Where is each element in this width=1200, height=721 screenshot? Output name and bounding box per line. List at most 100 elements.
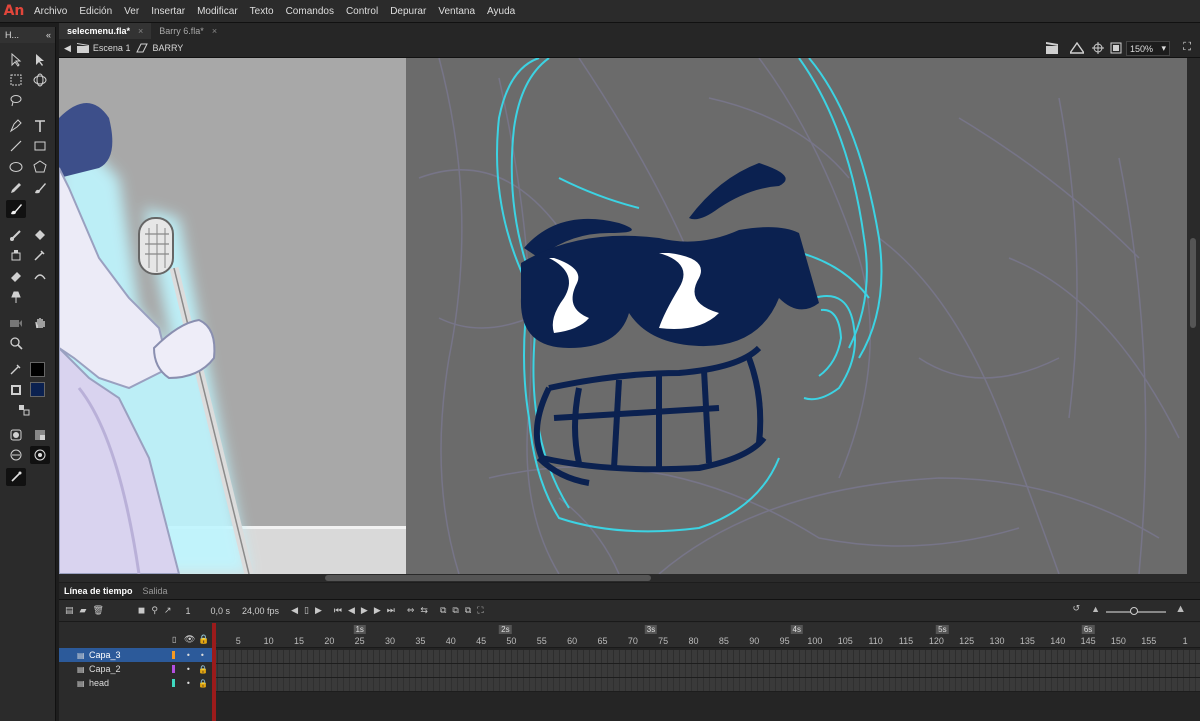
frame-ruler[interactable]: 1510152025303540455055606570758085909510… [212, 623, 1200, 648]
layer-color[interactable] [172, 665, 175, 673]
center-frame-icon[interactable]: ⇆ [420, 606, 428, 616]
layer-row[interactable]: ▤ Capa_2 • 🔒 [59, 662, 212, 676]
3d-rotation-tool-icon[interactable] [30, 71, 50, 89]
play-button-icon[interactable]: ▶ [361, 606, 368, 616]
text-tool-icon[interactable] [30, 117, 50, 135]
tab-selecmenu[interactable]: selecmenu.fla* × [59, 23, 152, 39]
menu-ver[interactable]: Ver [118, 0, 145, 23]
tab-timeline[interactable]: Línea de tiempo [59, 583, 138, 600]
menu-edicion[interactable]: Edición [73, 0, 118, 23]
menu-archivo[interactable]: Archivo [28, 0, 73, 23]
center-stage-icon[interactable] [1092, 42, 1104, 57]
scrollbar-thumb[interactable] [1190, 238, 1196, 328]
tab-output[interactable]: Salida [138, 583, 173, 600]
polystar-tool-icon[interactable] [30, 158, 50, 176]
eyedropper-tool-icon[interactable] [30, 246, 50, 264]
pressure-icon[interactable] [30, 446, 50, 464]
subselection-tool-icon[interactable] [30, 51, 50, 69]
onion-outline-icon[interactable]: ⧉ [452, 606, 458, 616]
ink-bottle-tool-icon[interactable] [6, 246, 26, 264]
frame-rate[interactable]: 24,00 fps [242, 606, 279, 616]
layer-color[interactable] [172, 651, 175, 659]
frames-area[interactable]: 1510152025303540455055606570758085909510… [212, 623, 1200, 721]
lock-dot-icon[interactable]: • [200, 651, 205, 660]
layer-name[interactable]: Capa_3 [89, 650, 169, 660]
pencil-tool-icon[interactable] [6, 179, 26, 197]
menu-modificar[interactable]: Modificar [191, 0, 244, 23]
fit-frames-icon[interactable]: ↺ [1072, 604, 1080, 614]
hand-tool-icon[interactable] [30, 314, 50, 332]
parenting-icon[interactable]: ⚲ [151, 606, 158, 616]
lock-icon[interactable]: 🔒 [198, 665, 208, 674]
eye-icon[interactable]: 👁 [184, 634, 195, 645]
lasso-tool-icon[interactable] [6, 91, 26, 109]
layer-name[interactable]: head [89, 678, 169, 688]
onion-markers-icon[interactable]: ⛶ [477, 606, 483, 616]
stage-canvas[interactable] [59, 58, 1187, 574]
phone-icon[interactable]: ▯ [304, 606, 309, 616]
free-transform-tool-icon[interactable] [6, 71, 26, 89]
clip-content-icon[interactable] [1110, 42, 1122, 57]
zoom-tool-icon[interactable] [6, 334, 26, 352]
eraser-tool-icon[interactable] [6, 267, 26, 285]
fill-color-icon[interactable] [6, 381, 26, 399]
scene-breadcrumb[interactable]: Escena 1 [76, 43, 130, 53]
graph-icon[interactable]: ↗ [164, 606, 172, 616]
visible-dot-icon[interactable]: • [186, 651, 191, 660]
zoom-select[interactable]: 150% ▾ [1126, 41, 1170, 56]
camera-tool-icon[interactable] [6, 314, 26, 332]
step-back-icon[interactable]: ◀ [291, 606, 298, 616]
bone-tool-icon[interactable] [6, 226, 26, 244]
layer-color[interactable] [172, 679, 175, 687]
playhead[interactable] [212, 623, 216, 721]
layer-row[interactable]: ▤ Capa_3 • • [59, 648, 212, 662]
prev-frame-icon[interactable]: ◀ [348, 606, 355, 616]
scrollbar-thumb[interactable] [325, 575, 651, 581]
menu-texto[interactable]: Texto [244, 0, 280, 23]
new-folder-icon[interactable]: ▰ [80, 606, 87, 616]
swap-colors-icon[interactable] [14, 401, 34, 419]
pin-tool-icon[interactable] [6, 288, 26, 306]
frame-row[interactable] [212, 650, 1200, 664]
delete-layer-icon[interactable]: 🗑 [92, 606, 103, 616]
tab-barry6[interactable]: Barry 6.fla* × [151, 23, 225, 39]
play-icon[interactable]: ▶ [315, 606, 322, 616]
new-layer-icon[interactable]: ▤ [65, 606, 74, 616]
oval-tool-icon[interactable] [6, 158, 26, 176]
frame-row[interactable] [212, 664, 1200, 678]
menu-insertar[interactable]: Insertar [145, 0, 191, 23]
onion-skin-icon[interactable]: ⧉ [440, 606, 446, 616]
width-tool-icon[interactable] [30, 267, 50, 285]
stroke-color-icon[interactable] [6, 360, 26, 378]
rectangle-tool-icon[interactable] [30, 137, 50, 155]
next-frame-icon[interactable]: ▶ [374, 606, 381, 616]
menu-control[interactable]: Control [340, 0, 384, 23]
object-drawing-icon[interactable] [6, 426, 26, 444]
stroke-color-swatch[interactable] [30, 362, 45, 377]
current-frame[interactable]: 1 [186, 606, 191, 616]
visible-dot-icon[interactable]: • [186, 665, 191, 674]
menu-ayuda[interactable]: Ayuda [481, 0, 521, 23]
horizontal-scrollbar[interactable] [59, 574, 1200, 582]
highlight-icon[interactable]: ▯ [172, 635, 176, 644]
fullscreen-icon[interactable]: ⛶ [1183, 41, 1191, 54]
menu-ventana[interactable]: Ventana [432, 0, 481, 23]
brush-tool-icon[interactable] [6, 200, 26, 218]
collapse-icon[interactable]: « [46, 30, 51, 40]
menu-comandos[interactable]: Comandos [280, 0, 340, 23]
last-frame-icon[interactable]: ⏭ [387, 606, 395, 616]
smooth-icon[interactable] [6, 446, 26, 464]
edit-multiple-icon[interactable]: ⧉ [465, 606, 471, 616]
loop-icon[interactable]: ⇔ [407, 606, 415, 616]
lock-fill-icon[interactable] [30, 426, 50, 444]
menu-depurar[interactable]: Depurar [384, 0, 432, 23]
edit-symbols-icon[interactable] [1068, 41, 1086, 57]
paint-brush-tool-icon[interactable] [30, 179, 50, 197]
lock-icon[interactable]: 🔒 [198, 634, 209, 645]
vertical-scrollbar[interactable] [1187, 58, 1200, 574]
first-frame-icon[interactable]: ⏮ [334, 606, 342, 616]
selection-tool-icon[interactable] [6, 51, 26, 69]
paint-bucket-tool-icon[interactable] [30, 226, 50, 244]
edit-scene-icon[interactable] [1046, 42, 1060, 57]
layer-name[interactable]: Capa_2 [89, 664, 169, 674]
